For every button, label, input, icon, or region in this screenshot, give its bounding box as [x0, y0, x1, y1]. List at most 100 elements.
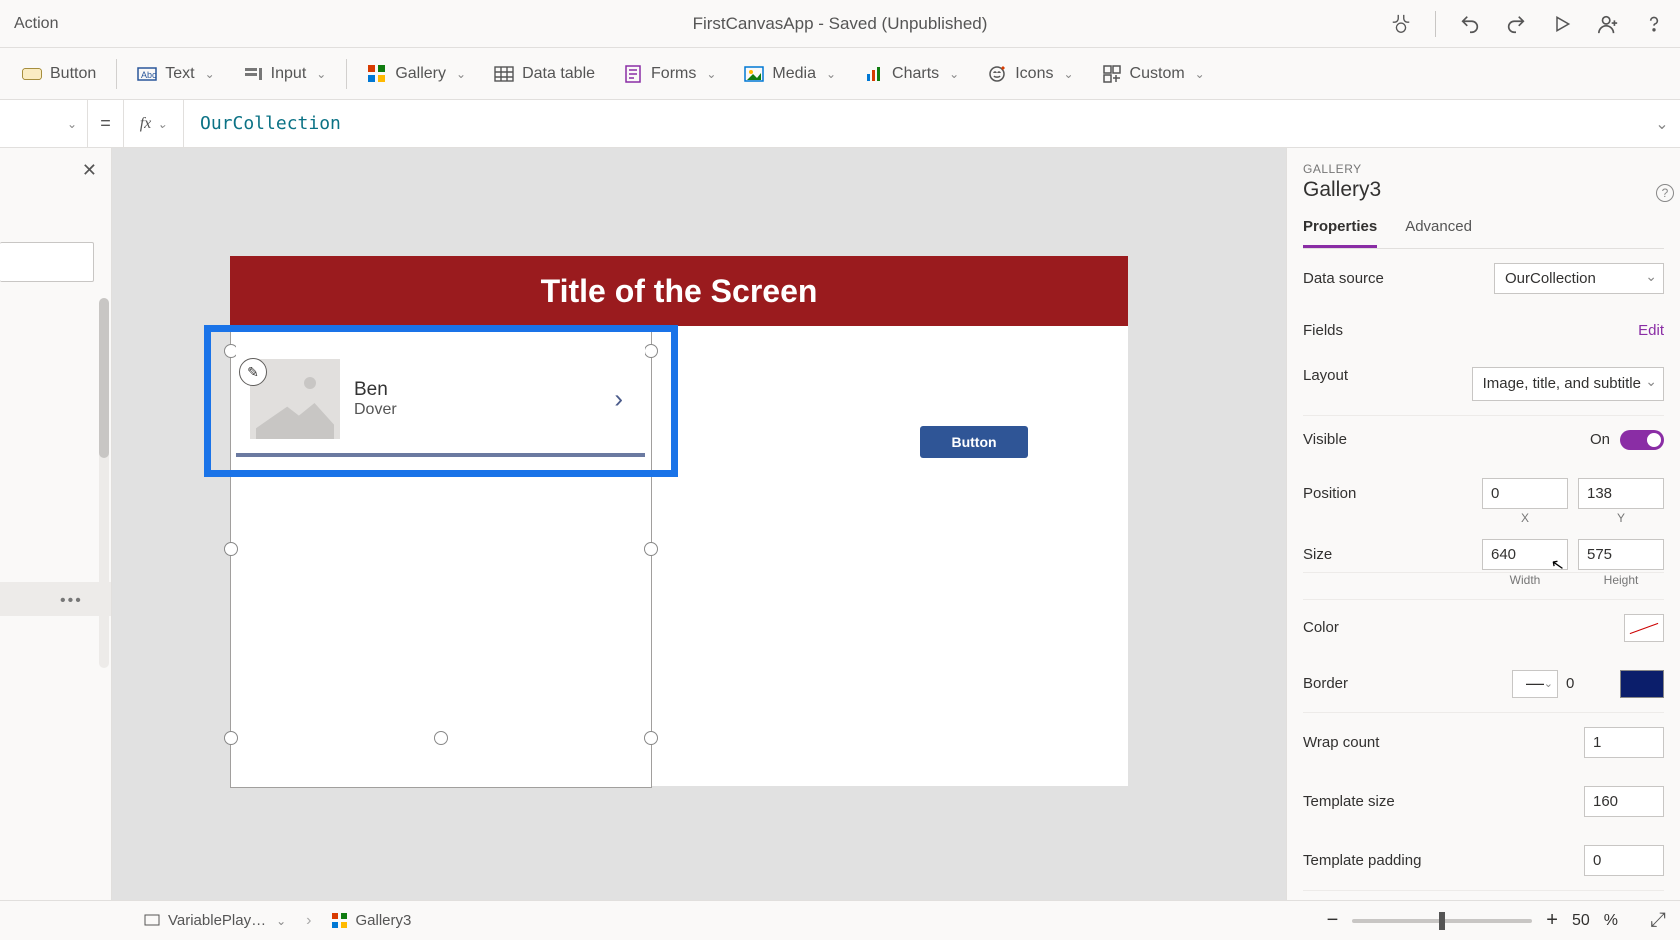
more-icon[interactable]: •••: [60, 592, 83, 610]
ribbon-input-label: Input: [271, 65, 307, 83]
color-picker[interactable]: [1624, 614, 1664, 642]
ribbon-forms-label: Forms: [651, 65, 696, 83]
svg-text:Abc: Abc: [141, 70, 157, 80]
property-selector[interactable]: ⌄: [0, 100, 88, 147]
search-input[interactable]: [0, 242, 94, 282]
breadcrumb-separator: ›: [306, 912, 311, 930]
zoom-out-button[interactable]: −: [1327, 909, 1339, 932]
control-name[interactable]: Gallery3: [1303, 178, 1664, 202]
edit-pencil-icon[interactable]: ✎: [239, 358, 267, 386]
prop-label-size: Size: [1303, 546, 1332, 563]
help-icon[interactable]: [1642, 12, 1666, 36]
insert-ribbon: Button Abc Text⌄ Input ⌄ Gallery⌄ Data ta…: [0, 48, 1680, 100]
prop-label-templatesize: Template size: [1303, 793, 1395, 810]
gallery-item[interactable]: Ben Dover ›: [236, 340, 645, 458]
redo-icon[interactable]: [1504, 12, 1528, 36]
position-x-input[interactable]: 0: [1482, 478, 1568, 509]
breadcrumb-screen[interactable]: VariablePlay… ⌄: [134, 908, 296, 933]
templatepadding-input[interactable]: 0: [1584, 845, 1664, 876]
fields-edit-link[interactable]: Edit: [1638, 322, 1664, 339]
border-width-input[interactable]: 0: [1566, 675, 1612, 692]
visible-state: On: [1590, 431, 1610, 448]
share-icon[interactable]: [1596, 12, 1620, 36]
fit-to-window-icon[interactable]: ⤢: [1650, 909, 1666, 932]
chevron-down-icon: ⌄: [316, 67, 326, 81]
canvas-button[interactable]: Button: [920, 426, 1028, 458]
control-category: GALLERY: [1303, 162, 1664, 176]
canvas-area[interactable]: Title of the Screen Button Ben Dover › ✎: [112, 148, 1286, 900]
breadcrumb-screen-label: VariablePlay…: [168, 912, 266, 929]
ribbon-custom[interactable]: Custom ⌄: [1090, 58, 1217, 90]
icons-icon: [987, 64, 1007, 84]
equals-label: =: [88, 100, 124, 147]
chevron-down-icon: ⌄: [706, 67, 716, 81]
button-icon: [22, 64, 42, 84]
breadcrumb-control[interactable]: Gallery3: [322, 908, 422, 933]
position-y-input[interactable]: 138: [1578, 478, 1664, 509]
ribbon-text[interactable]: Abc Text⌄: [125, 58, 226, 90]
ribbon-media[interactable]: Media⌄: [732, 58, 848, 90]
ribbon-icons[interactable]: Icons⌄: [975, 58, 1085, 90]
prop-label-visible: Visible: [1303, 431, 1347, 448]
prop-label-border: Border: [1303, 675, 1348, 692]
zoom-in-button[interactable]: +: [1546, 909, 1558, 932]
ribbon-icons-label: Icons: [1015, 65, 1053, 83]
menu-action[interactable]: Action: [14, 15, 58, 33]
chevron-down-icon: ⌄: [205, 67, 215, 81]
templatesize-input[interactable]: 160: [1584, 786, 1664, 817]
play-icon[interactable]: [1550, 12, 1574, 36]
custom-icon: [1102, 64, 1122, 84]
wrapcount-input[interactable]: 1: [1584, 727, 1664, 758]
ribbon-forms[interactable]: Forms ⌄: [611, 58, 728, 90]
ribbon-datatable[interactable]: Data table: [482, 58, 607, 90]
size-height-input[interactable]: 575: [1578, 539, 1664, 570]
ribbon-input[interactable]: Input ⌄: [231, 58, 339, 90]
resize-handle[interactable]: [644, 344, 658, 358]
datasource-dropdown[interactable]: OurCollection: [1494, 263, 1664, 294]
text-icon: Abc: [137, 64, 157, 84]
app-title: FirstCanvasApp - Saved (Unpublished): [693, 14, 988, 34]
ribbon-custom-label: Custom: [1130, 65, 1185, 83]
zoom-slider[interactable]: [1352, 919, 1532, 923]
chevron-right-icon[interactable]: ›: [614, 384, 623, 415]
formula-input[interactable]: OurCollection: [184, 100, 1644, 147]
item-subtitle: Dover: [354, 401, 397, 419]
ribbon-charts-label: Charts: [892, 65, 939, 83]
undo-icon[interactable]: [1458, 12, 1482, 36]
ribbon-button[interactable]: Button: [10, 58, 108, 90]
resize-handle[interactable]: [644, 731, 658, 745]
help-icon[interactable]: ?: [1656, 184, 1674, 202]
label-y: Y: [1578, 511, 1664, 525]
selected-tree-row[interactable]: [0, 582, 111, 616]
prop-label-datasource: Data source: [1303, 270, 1384, 287]
chevron-down-icon: ⌄: [1195, 67, 1205, 81]
datatable-icon: [494, 64, 514, 84]
border-color-picker[interactable]: [1620, 670, 1664, 698]
tab-properties[interactable]: Properties: [1303, 218, 1377, 248]
border-style-dropdown[interactable]: —: [1512, 670, 1558, 698]
ribbon-charts[interactable]: Charts⌄: [852, 58, 971, 90]
tab-advanced[interactable]: Advanced: [1405, 218, 1472, 248]
prop-label-layout: Layout: [1303, 367, 1348, 384]
item-separator: [236, 453, 645, 457]
fx-button[interactable]: fx⌄: [124, 100, 184, 147]
resize-handle[interactable]: [644, 542, 658, 556]
ribbon-gallery[interactable]: Gallery⌄: [355, 58, 478, 90]
resize-handle[interactable]: [224, 731, 238, 745]
ribbon-button-label: Button: [50, 65, 96, 83]
fx-label: fx: [140, 115, 152, 133]
resize-handle[interactable]: [434, 731, 448, 745]
label-x: X: [1482, 511, 1568, 525]
prop-label-wrapcount: Wrap count: [1303, 734, 1379, 751]
item-title: Ben: [354, 379, 397, 401]
app-checker-icon[interactable]: [1389, 12, 1413, 36]
visible-toggle[interactable]: [1620, 430, 1664, 450]
gallery-icon: [332, 913, 348, 929]
resize-handle[interactable]: [224, 542, 238, 556]
layout-dropdown[interactable]: Image, title, and subtitle: [1472, 367, 1664, 401]
breadcrumb-control-label: Gallery3: [356, 912, 412, 929]
scrollbar-thumb[interactable]: [99, 298, 109, 458]
formula-expand-icon[interactable]: ⌄: [1644, 100, 1680, 147]
tree-view-panel: ✕ •••: [0, 148, 112, 900]
close-icon[interactable]: ✕: [82, 160, 97, 181]
